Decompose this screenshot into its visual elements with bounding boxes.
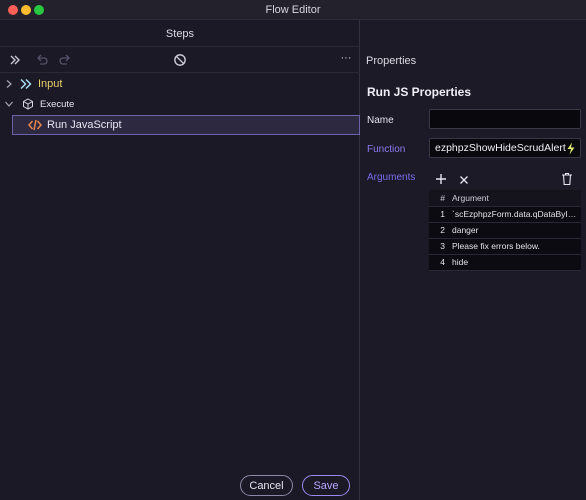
trash-icon[interactable] bbox=[561, 172, 573, 186]
chevron-down-icon[interactable] bbox=[4, 99, 14, 109]
properties-panel-title: Properties bbox=[366, 55, 417, 67]
table-row[interactable]: 2 danger bbox=[429, 222, 581, 239]
name-label: Name bbox=[367, 115, 394, 126]
tree-item-label: Execute bbox=[40, 98, 75, 110]
section-title: Run JS Properties bbox=[367, 85, 472, 99]
more-icon[interactable]: ··· bbox=[339, 51, 353, 65]
column-header-index: # bbox=[429, 190, 449, 207]
steps-toolbar: ··· bbox=[0, 47, 360, 73]
row-index: 4 bbox=[429, 254, 449, 271]
tree-item-label: Input bbox=[38, 78, 63, 90]
table-row[interactable]: 1 `scEzphpzForm.data.qDataById... bbox=[429, 206, 581, 223]
row-argument[interactable]: danger bbox=[449, 222, 581, 239]
double-chevron-right-icon bbox=[19, 77, 33, 91]
window-title: Flow Editor bbox=[265, 4, 321, 16]
function-value: ezphpzShowHideScrudAlert bbox=[435, 142, 566, 154]
row-argument[interactable]: hide bbox=[449, 254, 581, 271]
chevron-right-icon[interactable] bbox=[4, 79, 14, 89]
remove-icon[interactable] bbox=[459, 174, 469, 184]
code-brackets-icon bbox=[28, 118, 42, 132]
row-index: 1 bbox=[429, 206, 449, 223]
tree-item-execute[interactable]: Execute bbox=[4, 94, 74, 114]
properties-panel: Properties Run JS Properties Name Functi… bbox=[361, 20, 586, 500]
undo-icon[interactable] bbox=[35, 53, 49, 67]
redo-icon[interactable] bbox=[58, 53, 72, 67]
arguments-label: Arguments bbox=[367, 172, 416, 183]
table-row[interactable]: 3 Please fix errors below. bbox=[429, 238, 581, 255]
function-label: Function bbox=[367, 144, 406, 155]
window-titlebar: Flow Editor bbox=[0, 0, 586, 20]
steps-panel: Steps ··· Input Execute Run JavaScript C… bbox=[0, 20, 360, 500]
disable-icon[interactable] bbox=[173, 53, 187, 67]
save-button[interactable]: Save bbox=[302, 475, 350, 496]
name-field[interactable] bbox=[429, 109, 581, 129]
row-argument[interactable]: `scEzphpzForm.data.qDataById... bbox=[449, 206, 581, 223]
add-icon[interactable] bbox=[435, 173, 447, 185]
row-index: 2 bbox=[429, 222, 449, 239]
lightning-bolt-icon[interactable] bbox=[565, 142, 577, 155]
table-row[interactable]: 4 hide bbox=[429, 254, 581, 271]
row-index: 3 bbox=[429, 238, 449, 255]
table-header-row: # Argument bbox=[429, 190, 581, 207]
arguments-toolbar bbox=[429, 170, 581, 190]
tree-item-label: Run JavaScript bbox=[47, 119, 122, 131]
cancel-button[interactable]: Cancel bbox=[240, 475, 293, 496]
tree-item-input[interactable]: Input bbox=[4, 74, 62, 94]
column-header-argument: Argument bbox=[449, 190, 581, 207]
expand-all-icon[interactable] bbox=[8, 53, 22, 67]
function-field[interactable]: ezphpzShowHideScrudAlert bbox=[429, 138, 581, 158]
tree-item-run-javascript[interactable]: Run JavaScript bbox=[12, 115, 360, 135]
arguments-table: # Argument 1 `scEzphpzForm.data.qDataByI… bbox=[429, 190, 581, 271]
cube-icon bbox=[22, 98, 34, 110]
steps-panel-title: Steps bbox=[0, 20, 360, 47]
row-argument[interactable]: Please fix errors below. bbox=[449, 238, 581, 255]
